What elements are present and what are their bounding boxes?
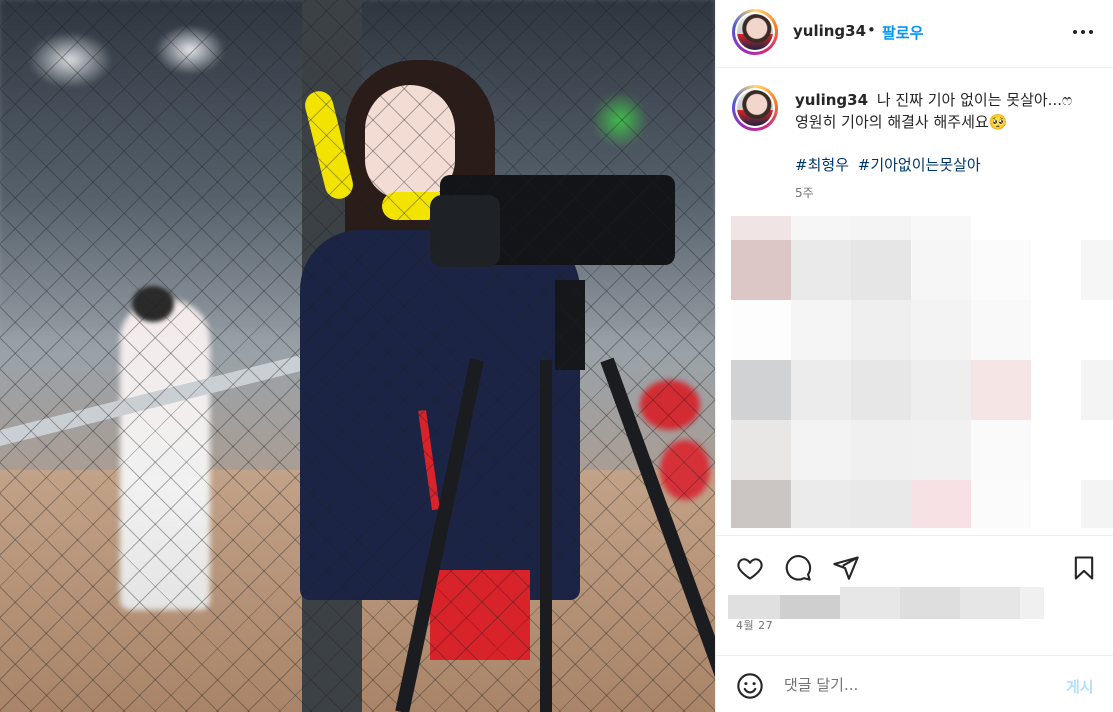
more-options-icon[interactable] <box>1071 22 1095 45</box>
post-comment-button[interactable]: 게시 <box>1066 676 1094 697</box>
bookmark-icon[interactable] <box>1070 554 1100 584</box>
smiley-icon[interactable] <box>736 672 764 700</box>
comment-bar: 게시 <box>716 655 1113 712</box>
post-date: 4월 27 <box>736 619 774 632</box>
hashtag-list: #최형우 #기아없이는못살아 <box>795 154 985 175</box>
comment-icon[interactable] <box>784 554 814 584</box>
hashtag-link[interactable]: #기아없이는못살아 <box>858 156 981 174</box>
post-header: yuling34 • 팔로우 <box>716 0 1113 68</box>
blurred-comments <box>731 216 1113 528</box>
caption-avatar[interactable] <box>732 85 778 131</box>
caption-text-line1: 나 진짜 기아 없이는 못살아...ෆ <box>876 91 1073 109</box>
post-side-panel: yuling34 • 팔로우 yuling34 나 진짜 기아 없이는 못살아.… <box>715 0 1113 712</box>
caption-text-line2: 영원히 기아의 해결사 해주세요🥺 <box>795 113 1008 131</box>
follow-button[interactable]: 팔로우 <box>882 22 923 43</box>
caption-username[interactable]: yuling34 <box>795 91 868 109</box>
blurred-likes <box>728 587 1044 619</box>
avatar[interactable] <box>732 9 778 55</box>
hashtag-link[interactable]: #최형우 <box>795 156 849 174</box>
separator-dot: • <box>867 21 876 39</box>
post-photo[interactable] <box>0 0 715 712</box>
post-age: 5주 <box>795 186 814 200</box>
header-username[interactable]: yuling34 <box>793 22 866 40</box>
netting-overlay <box>0 0 715 712</box>
comment-input[interactable] <box>784 670 1044 700</box>
paper-plane-icon[interactable] <box>832 554 862 584</box>
post-caption: yuling34 나 진짜 기아 없이는 못살아...ෆ 영원히 기아의 해결사… <box>795 89 1085 133</box>
heart-icon[interactable] <box>736 554 766 584</box>
